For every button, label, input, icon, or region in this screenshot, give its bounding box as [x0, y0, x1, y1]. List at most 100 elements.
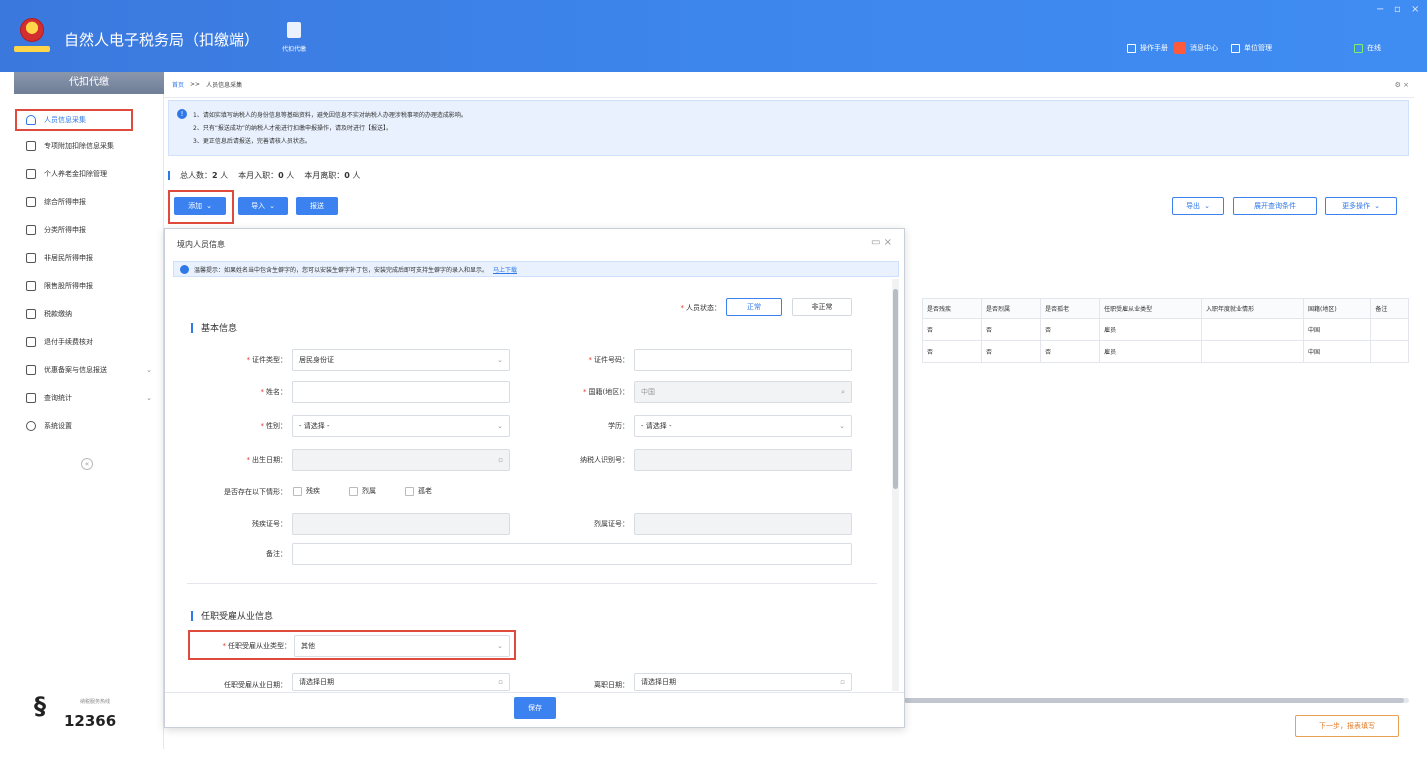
online-service-link[interactable]: 在线	[1354, 42, 1381, 54]
gear-icon	[26, 421, 36, 431]
grid-icon	[26, 141, 36, 151]
martyr-checkbox[interactable]: 烈属	[349, 486, 376, 496]
calendar-icon: ▫	[498, 678, 503, 686]
more-actions-button[interactable]: 更多操作 ⌄	[1325, 197, 1397, 215]
taxpayer-id-input[interactable]	[634, 449, 852, 471]
situation-label: 是否存在以下情形：	[224, 488, 287, 496]
proxy-withholding-tab[interactable]: 代扣代缴	[272, 22, 316, 54]
id-type-label: * 证件类型：	[246, 356, 288, 364]
breadcrumb-current: 人员信息采集	[206, 82, 243, 89]
chart-icon	[26, 393, 36, 403]
hotline-caption: 纳税服务热线	[80, 699, 111, 705]
sidebar-item-comprehensive-income[interactable]: 综合所得申报	[14, 190, 164, 214]
sidebar-item-tax-payment[interactable]: 税款缴纳	[14, 302, 164, 326]
total-count: 2	[212, 171, 218, 180]
disability-cert-input[interactable]	[292, 513, 510, 535]
highlight-outline	[168, 190, 234, 224]
id-number-input[interactable]	[634, 349, 852, 371]
nationality-label: * 国籍(地区)：	[583, 388, 629, 396]
sidebar-item-classified-income[interactable]: 分类所得申报	[14, 218, 164, 242]
table-row[interactable]: 否 否 否 雇员 中国	[921, 340, 1409, 363]
nationality-input[interactable]: 中国 ⌕	[634, 381, 852, 403]
notice-line: 1、请如实填写纳税人的身份信息等基础资料，避免因信息不实对纳税人办理涉税事项的办…	[193, 112, 467, 119]
status-abnormal-option[interactable]: 非正常	[792, 298, 852, 316]
name-input[interactable]	[292, 381, 510, 403]
remark-label: 备注：	[266, 550, 287, 558]
scrollbar-thumb[interactable]	[904, 698, 1404, 703]
dialog-close-button[interactable]: ▭ ×	[871, 237, 892, 248]
user-icon	[26, 253, 36, 263]
export-button[interactable]: 导出 ⌄	[1172, 197, 1224, 215]
taxpayer-id-label: 纳税人识别号：	[580, 456, 629, 464]
search-icon: ⌕	[841, 387, 845, 396]
sidebar-item-query[interactable]: 查询统计 ⌄	[14, 386, 164, 410]
remark-input[interactable]	[292, 543, 852, 565]
breadcrumb: 首页 >> 人员信息采集	[164, 72, 1414, 98]
section-basic-info: 基本信息	[191, 321, 237, 334]
personnel-info-dialog: 境内人员信息 ▭ × 温馨提示：如果姓名当中包含生僻字的，您可以安装生僻字补丁包…	[164, 228, 905, 728]
education-select[interactable]: - 请选择 - ⌄	[634, 415, 852, 437]
notice-line: 2、只有“报送成功”的纳税人才能进行扣缴申报操作，请及时进行【报送】。	[193, 125, 393, 132]
sidebar-item-preferential[interactable]: 优惠备案与信息报送 ⌄	[14, 358, 164, 382]
leave-date-label: 离职日期：	[594, 681, 629, 689]
book-icon	[1127, 43, 1136, 53]
unit-management-link[interactable]: 单位管理	[1231, 42, 1272, 54]
notice-line: 3、更正信息后请报送，完善请核人员状态。	[193, 138, 311, 145]
save-button[interactable]: 保存	[514, 697, 556, 719]
sidebar-item-nonresident[interactable]: 非居民所得申报	[14, 246, 164, 270]
personnel-table: 是否残疾 是否烈属 是否孤老 任职受雇从业类型 入职年度就业情形 国籍(地区) …	[921, 298, 1409, 363]
accent-bar	[168, 171, 170, 180]
dialog-scrollbar-thumb[interactable]	[893, 289, 898, 489]
minimize-button[interactable]: −	[1376, 4, 1384, 15]
tax-emblem-icon	[20, 18, 44, 42]
emblem-ribbon-icon	[14, 46, 50, 52]
calendar-icon: ▫	[498, 456, 503, 464]
wallet-icon	[26, 309, 36, 319]
close-button[interactable]: ×	[1411, 4, 1419, 15]
manual-link[interactable]: 操作手册	[1127, 42, 1168, 54]
breadcrumb-separator: >>	[190, 81, 201, 88]
dialog-tip: 温馨提示：如果姓名当中包含生僻字的，您可以安装生僻字补丁包，安装完成后即可支持生…	[173, 261, 899, 277]
disabled-checkbox[interactable]: 残疾	[293, 486, 320, 496]
document-icon	[287, 22, 301, 38]
martyr-cert-label: 烈属证号：	[594, 520, 629, 528]
status-normal-option[interactable]: 正常	[726, 298, 782, 316]
download-link[interactable]: 马上下载	[493, 265, 517, 274]
sidebar-item-refund-check[interactable]: 退付手续费核对	[14, 330, 164, 354]
tab-controls[interactable]: ⚙ ×	[1395, 81, 1409, 89]
message-center-link[interactable]: 消息中心	[1174, 42, 1218, 54]
clock-icon	[26, 225, 36, 235]
leave-date-input[interactable]: 请选择日期 ▫	[634, 673, 852, 691]
report-button[interactable]: 报送	[296, 197, 338, 215]
stats-bar: 总人数：2 人 本月入职：0 人 本月离职：0 人	[168, 170, 360, 181]
highlight-outline	[15, 109, 133, 131]
gender-label: * 性别：	[260, 422, 288, 430]
section-divider	[187, 583, 877, 584]
gender-select[interactable]: - 请选择 - ⌄	[292, 415, 510, 437]
employment-date-input[interactable]: 请选择日期 ▫	[292, 673, 510, 691]
sidebar-item-settings[interactable]: 系统设置	[14, 414, 164, 438]
table-row[interactable]: 否 否 否 雇员 中国	[921, 318, 1409, 341]
sidebar-item-special-deduction[interactable]: 专项附加扣除信息采集	[14, 134, 164, 158]
title-bar: 自然人电子税务局（扣缴端） 代扣代缴 操作手册 消息中心 单位管理 在线 − ▫…	[0, 0, 1427, 72]
sidebar: 代扣代缴 人员信息采集 专项附加扣除信息采集 个人养老金扣除管理 综合所得申报 …	[14, 72, 164, 749]
breadcrumb-home[interactable]: 首页	[172, 80, 184, 89]
building-icon	[1231, 43, 1240, 53]
next-step-button[interactable]: 下一步，报表填写	[1295, 715, 1399, 737]
chat-icon	[1354, 43, 1363, 53]
id-type-select[interactable]: 居民身份证 ⌄	[292, 349, 510, 371]
elder-checkbox[interactable]: 孤老	[405, 486, 432, 496]
sidebar-header: 代扣代缴	[14, 72, 164, 94]
collapse-sidebar-button[interactable]: «	[81, 458, 93, 470]
maximize-button[interactable]: ▫	[1394, 4, 1401, 15]
import-button[interactable]: 导入 ⌄	[238, 197, 288, 215]
coins-icon	[26, 197, 36, 207]
notice-panel: ! 1、请如实填写纳税人的身份信息等基础资料，避免因信息不实对纳税人办理涉税事项…	[168, 100, 1409, 156]
expand-query-button[interactable]: 展开查询条件	[1233, 197, 1317, 215]
martyr-cert-input[interactable]	[634, 513, 852, 535]
section-employment-info: 任职受雇从业信息	[191, 609, 273, 622]
sidebar-item-pension[interactable]: 个人养老金扣除管理	[14, 162, 164, 186]
birth-date-input[interactable]: ▫	[292, 449, 510, 471]
joined-count: 0	[278, 171, 284, 180]
sidebar-item-restricted-stock[interactable]: 限售股所得申报	[14, 274, 164, 298]
